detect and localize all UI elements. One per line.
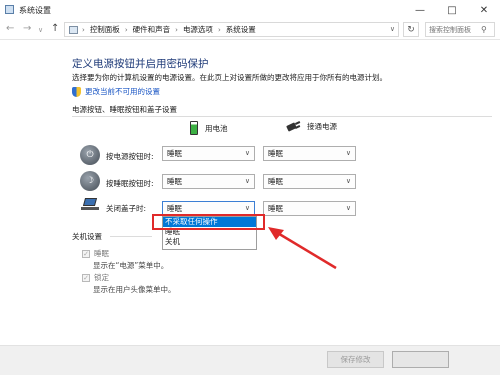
window-title: 系统设置 [19,6,51,15]
minimize-button[interactable]: — [405,0,435,20]
sleep-checkbox[interactable]: ✓ [82,249,90,258]
search-input[interactable] [426,25,481,34]
chevron-down-icon[interactable]: ∨ [390,25,395,33]
section-title: 关机设置 [72,232,102,241]
chevron-down-icon: ∨ [345,204,351,212]
back-icon[interactable]: ← [6,23,14,34]
power-icon: ⏻ [80,145,100,165]
select-value: 睡眠 [167,204,182,213]
breadcrumb-item[interactable]: 电源选项 [183,24,213,35]
sleep-button-plugged-select[interactable]: 睡眠 ∨ [263,174,356,189]
row-label: 按睡眠按钮时: [106,179,154,188]
lock-checkbox[interactable]: ✓ [82,273,90,282]
shield-icon [72,86,81,97]
chevron-down-icon: ∨ [244,177,250,185]
sleep-option-row[interactable]: ✓ 睡眠 [82,248,109,259]
breadcrumb-item[interactable]: 硬件和声音 [133,24,171,35]
divider [72,116,492,117]
section-title: 电源按钮、睡眠按钮和盖子设置 [72,105,177,114]
up-icon[interactable]: ↑ [51,23,59,34]
close-button[interactable]: ✕ [469,0,499,20]
sleep-button-battery-select[interactable]: 睡眠 ∨ [162,174,255,189]
option-description: 显示在“电源”菜单中。 [93,261,169,270]
chevron-right-icon[interactable]: › [218,26,221,34]
breadcrumb[interactable]: › 控制面板 › 硬件和声音 › 电源选项 › 系统设置 ∨ [64,22,399,37]
lock-option-row[interactable]: ✓ 锁定 [82,272,109,283]
refresh-icon[interactable]: ↻ [403,22,419,37]
power-button-battery-select[interactable]: 睡眠 ∨ [162,146,255,161]
chevron-down-icon: ∨ [244,149,250,157]
select-value: 睡眠 [268,177,283,186]
select-value: 睡眠 [167,177,182,186]
cancel-button[interactable] [392,351,449,368]
plugged-column-label: 接通电源 [307,122,337,131]
breadcrumb-item[interactable]: 系统设置 [226,24,256,35]
battery-icon [190,121,198,135]
control-panel-icon [69,25,78,34]
select-value: 睡眠 [167,149,182,158]
lid-icon [80,198,100,212]
arrow-annotation-icon [268,227,337,270]
select-value: 睡眠 [268,204,283,213]
chevron-down-icon: ∨ [345,177,351,185]
highlight-annotation [152,214,265,230]
checkbox-label: 锁定 [94,273,109,282]
app-icon [5,5,14,14]
divider [110,236,152,237]
chevron-down-icon: ∨ [244,204,250,212]
recent-locations-chevron-icon[interactable]: ∨ [38,26,43,34]
option-description: 显示在用户头像菜单中。 [93,285,176,294]
page-title: 定义电源按钮并启用密码保护 [72,58,209,70]
breadcrumb-item[interactable]: 控制面板 [90,24,120,35]
search-icon[interactable]: ⚲ [481,25,487,34]
chevron-right-icon[interactable]: › [175,26,178,34]
option-shutdown[interactable]: 关机 [163,237,256,247]
battery-column-header: 用电池 [190,121,228,135]
row-label: 按电源按钮时: [106,152,154,161]
row-label: 关闭盖子时: [106,204,147,213]
page-description: 选择要为你的计算机设置的电源设置。在此页上对设置所做的更改将应用于你所有的电源计… [72,73,387,82]
change-settings-link[interactable]: 更改当前不可用的设置 [85,86,160,97]
power-button-plugged-select[interactable]: 睡眠 ∨ [263,146,356,161]
checkbox-label: 睡眠 [94,249,109,258]
change-settings-link-row[interactable]: 更改当前不可用的设置 [72,86,160,97]
maximize-button[interactable]: □ [437,0,467,20]
search-box[interactable]: ⚲ [425,22,495,37]
plug-icon [285,120,301,132]
select-value: 睡眠 [268,149,283,158]
plugged-column-header: 接通电源 [285,120,337,132]
address-bar: ← → ∨ ↑ › 控制面板 › 硬件和声音 › 电源选项 › 系统设置 ∨ ↻… [0,20,500,40]
lid-close-plugged-select[interactable]: 睡眠 ∨ [263,201,356,216]
chevron-right-icon[interactable]: › [82,26,85,34]
battery-column-label: 用电池 [205,123,228,133]
chevron-down-icon: ∨ [345,149,351,157]
sleep-icon: ☽ [80,171,100,191]
title-bar: 系统设置 — □ ✕ [0,0,500,20]
forward-icon[interactable]: → [23,23,31,34]
save-button[interactable]: 保存修改 [327,351,384,368]
chevron-right-icon[interactable]: › [125,26,128,34]
